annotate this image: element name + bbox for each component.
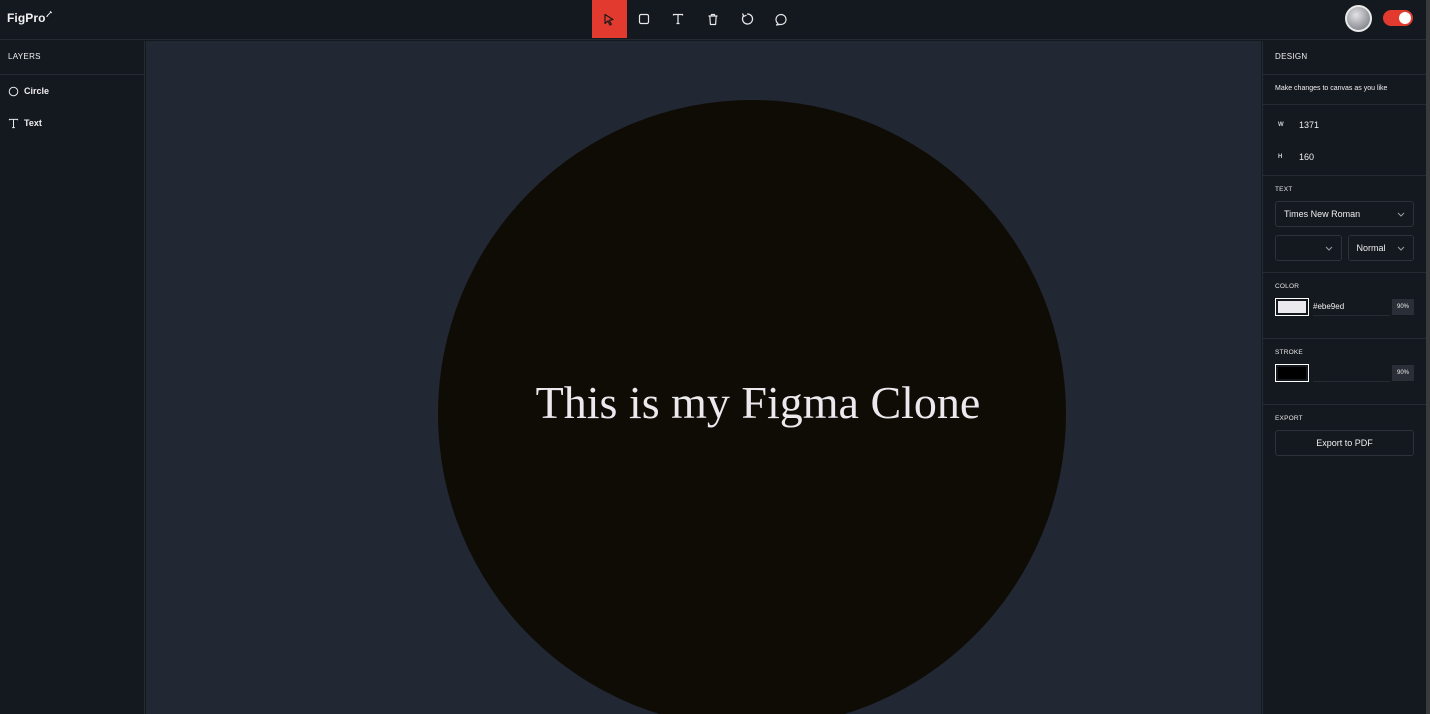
- text-tool-button[interactable]: [661, 0, 696, 38]
- text-section: TEXT Times New Roman Normal: [1263, 176, 1426, 273]
- chevron-down-icon: [1397, 212, 1405, 217]
- layer-item-circle[interactable]: Circle: [0, 75, 144, 107]
- stroke-swatch-fill: [1278, 367, 1306, 379]
- height-input[interactable]: [1299, 152, 1399, 162]
- color-opacity[interactable]: 90%: [1392, 299, 1414, 315]
- chevron-down-icon: [1325, 246, 1332, 251]
- color-row: #ebe9ed 90%: [1275, 298, 1414, 316]
- export-pdf-button[interactable]: Export to PDF: [1275, 430, 1414, 456]
- app-logo: FigPro: [7, 10, 53, 25]
- height-row: H: [1263, 141, 1426, 173]
- logo-text: FigPro: [7, 11, 46, 25]
- color-swatch[interactable]: [1275, 298, 1309, 316]
- font-weight-value: Normal: [1356, 243, 1386, 253]
- text-icon: [673, 13, 684, 25]
- comment-tool-button[interactable]: [765, 0, 800, 38]
- width-input[interactable]: [1299, 120, 1399, 130]
- rectangle-tool-button[interactable]: [627, 0, 662, 38]
- stroke-hex-input[interactable]: [1313, 364, 1390, 382]
- design-title: DESIGN: [1263, 41, 1426, 75]
- width-row: W: [1263, 109, 1426, 141]
- width-label: W: [1278, 122, 1284, 128]
- comment-icon: [775, 13, 787, 26]
- stroke-section-title: STROKE: [1275, 349, 1303, 356]
- dimensions-section: W H: [1263, 105, 1426, 176]
- reset-tool-button[interactable]: [730, 0, 765, 38]
- design-panel: DESIGN Make changes to canvas as you lik…: [1262, 41, 1426, 714]
- theme-toggle[interactable]: [1383, 10, 1413, 26]
- canvas[interactable]: This is my Figma Clone: [146, 41, 1261, 714]
- stroke-section: STROKE 90%: [1263, 339, 1426, 405]
- layers-title: LAYERS: [0, 41, 144, 75]
- layer-label: Text: [24, 118, 42, 128]
- color-hex-input[interactable]: #ebe9ed: [1313, 298, 1390, 316]
- color-section: COLOR #ebe9ed 90%: [1263, 273, 1426, 339]
- height-label: H: [1278, 154, 1283, 160]
- avatar[interactable]: [1345, 5, 1372, 32]
- toolbar: [592, 0, 799, 38]
- export-section: EXPORT Export to PDF: [1263, 405, 1426, 456]
- canvas-text[interactable]: This is my Figma Clone: [146, 375, 1261, 431]
- text-section-title: TEXT: [1275, 186, 1293, 193]
- stroke-swatch[interactable]: [1275, 364, 1309, 382]
- cursor-icon: [604, 13, 614, 26]
- font-family-value: Times New Roman: [1284, 209, 1361, 219]
- design-subtitle: Make changes to canvas as you like: [1263, 75, 1426, 105]
- layers-panel: LAYERS Circle Text: [0, 41, 145, 714]
- color-section-title: COLOR: [1275, 283, 1300, 290]
- font-options-row: Normal: [1275, 235, 1414, 261]
- color-swatch-fill: [1278, 301, 1306, 313]
- select-tool-button[interactable]: [592, 0, 627, 38]
- text-icon: [8, 118, 19, 128]
- square-icon: [638, 13, 649, 25]
- circle-icon: [8, 86, 19, 96]
- layer-item-text[interactable]: Text: [0, 107, 144, 139]
- font-family-select[interactable]: Times New Roman: [1275, 201, 1414, 227]
- top-bar: FigPro: [0, 0, 1426, 40]
- toggle-knob: [1399, 12, 1411, 24]
- font-weight-select[interactable]: Normal: [1347, 235, 1414, 261]
- chevron-down-icon: [1397, 246, 1405, 251]
- layer-label: Circle: [24, 86, 50, 96]
- export-section-title: EXPORT: [1275, 415, 1303, 422]
- pen-icon: [45, 10, 52, 17]
- trash-icon: [708, 13, 718, 25]
- stroke-opacity[interactable]: 90%: [1392, 365, 1414, 381]
- window-edge: [1426, 0, 1430, 714]
- reset-icon: [742, 13, 754, 25]
- font-size-select[interactable]: [1275, 235, 1342, 261]
- delete-tool-button[interactable]: [696, 0, 731, 38]
- stroke-row: 90%: [1275, 364, 1414, 382]
